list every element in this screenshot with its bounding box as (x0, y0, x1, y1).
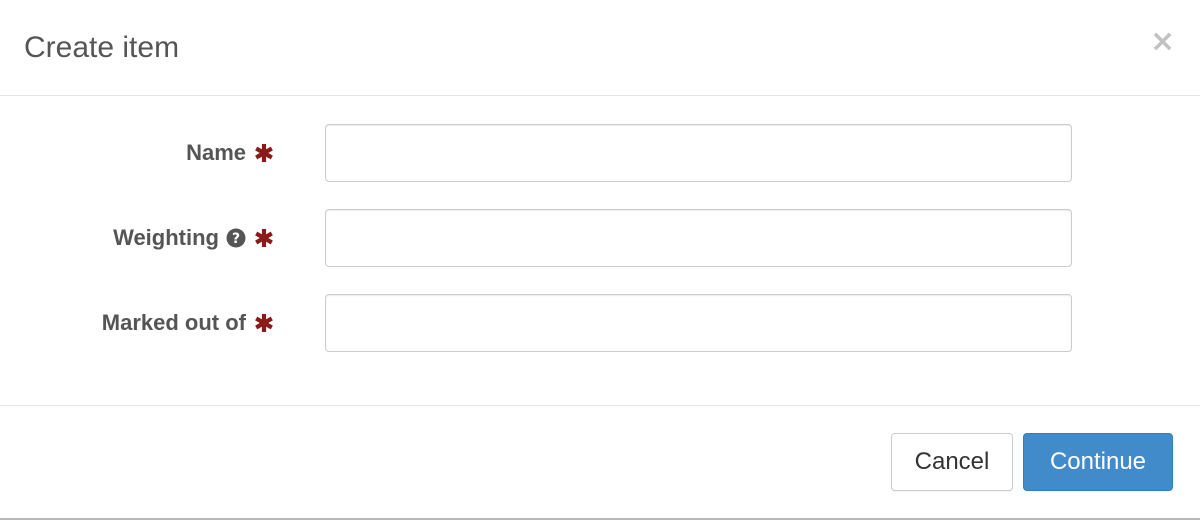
form-row-weighting: Weighting ? (0, 209, 1200, 267)
close-icon[interactable]: × (1150, 24, 1175, 60)
asterisk-icon (255, 229, 273, 247)
create-item-dialog: Create item × Name Weighting ? Marked ou… (0, 0, 1200, 520)
name-input[interactable] (325, 124, 1072, 182)
continue-button[interactable]: Continue (1023, 433, 1173, 491)
weighting-label-text: Weighting (113, 225, 219, 250)
dialog-body: Name Weighting ? Marked out of (0, 96, 1200, 406)
svg-text:?: ? (232, 231, 240, 247)
name-label: Name (186, 124, 274, 182)
asterisk-icon (255, 314, 273, 332)
form-row-marked-out-of: Marked out of (0, 294, 1200, 352)
asterisk-icon (255, 144, 273, 162)
dialog-header: Create item × (0, 0, 1200, 96)
form-row-name: Name (0, 124, 1200, 182)
marked-out-of-label: Marked out of (102, 294, 274, 352)
dialog-title: Create item (24, 31, 180, 64)
cancel-button[interactable]: Cancel (891, 433, 1013, 491)
weighting-input[interactable] (325, 209, 1072, 267)
question-circle-icon[interactable]: ? (226, 228, 246, 248)
weighting-label: Weighting ? (113, 209, 274, 267)
dialog-footer: Cancel Continue (0, 406, 1200, 518)
marked-out-of-label-text: Marked out of (101, 310, 246, 335)
name-label-text: Name (186, 140, 246, 165)
marked-out-of-input[interactable] (325, 294, 1072, 352)
